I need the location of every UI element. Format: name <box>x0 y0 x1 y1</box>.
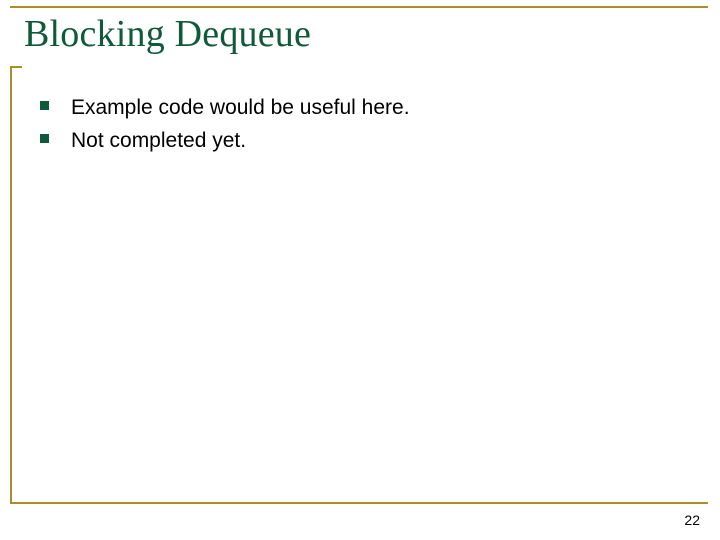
slide-body: Example code would be useful here. Not c… <box>40 94 680 161</box>
slide-title: Blocking Dequeue <box>24 12 311 56</box>
bullet-square-icon <box>40 134 49 143</box>
divider-left <box>10 66 12 504</box>
list-item: Example code would be useful here. <box>40 94 680 121</box>
divider-bottom <box>10 502 708 504</box>
bullet-square-icon <box>40 101 49 110</box>
divider-top <box>10 6 708 8</box>
bullet-text: Not completed yet. <box>71 127 246 154</box>
slide-container: Blocking Dequeue Example code would be u… <box>0 0 720 540</box>
page-number: 22 <box>684 512 700 528</box>
list-item: Not completed yet. <box>40 127 680 154</box>
bullet-text: Example code would be useful here. <box>71 94 410 121</box>
